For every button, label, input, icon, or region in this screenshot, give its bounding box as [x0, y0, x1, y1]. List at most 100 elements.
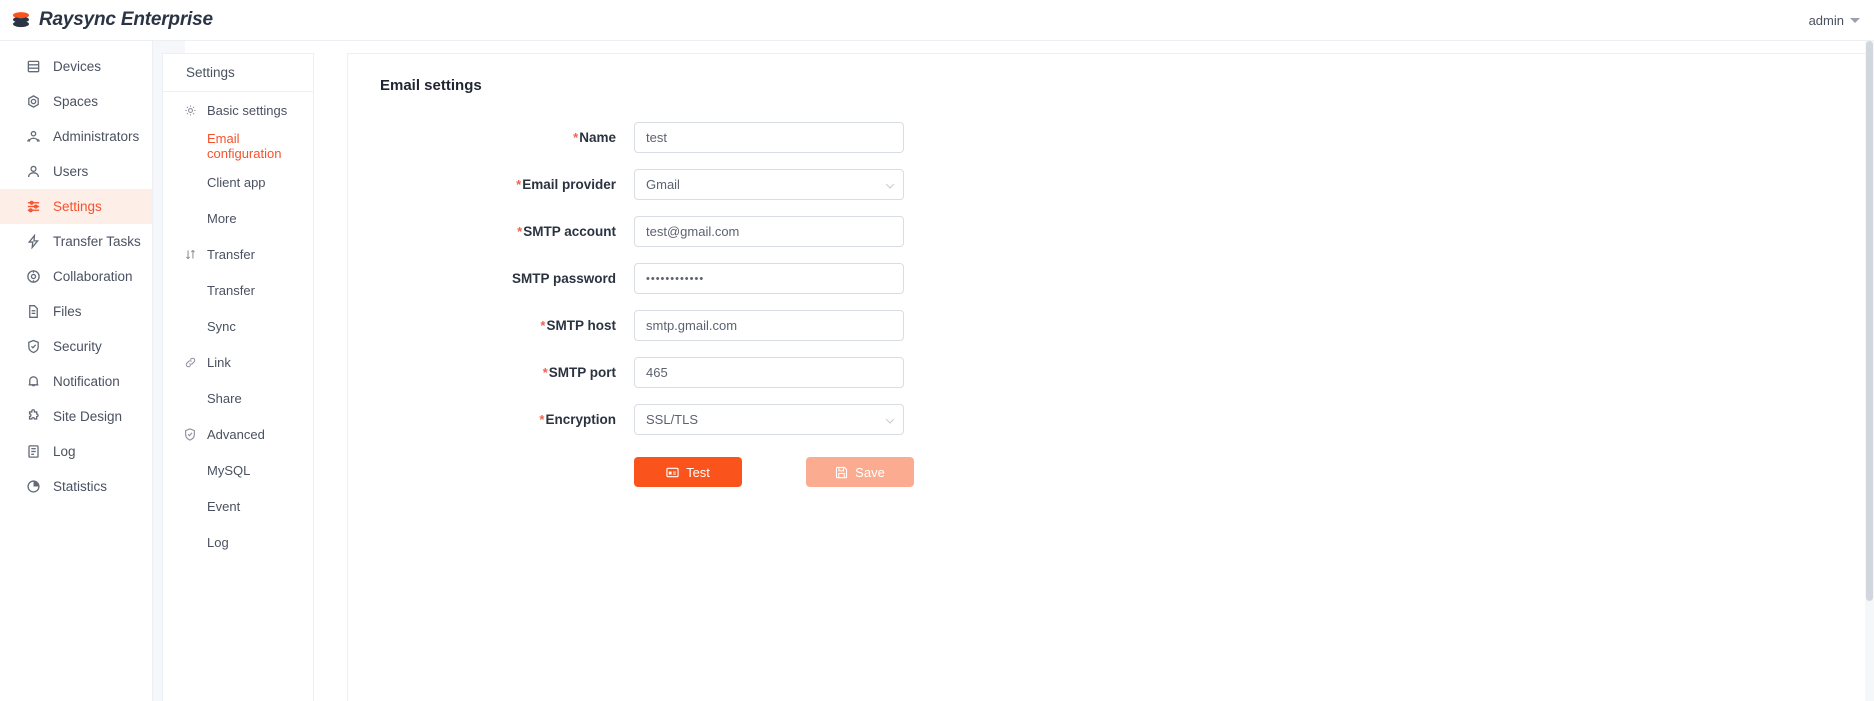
- user-icon: [25, 164, 41, 180]
- brand[interactable]: Raysync Enterprise: [0, 9, 213, 31]
- user-label: admin: [1808, 12, 1844, 28]
- subnav-group-transfer[interactable]: Transfer: [163, 236, 313, 272]
- sidebar-item-files[interactable]: Files: [0, 294, 152, 329]
- field-value: Gmail: [646, 177, 680, 192]
- sidebar-item-notification[interactable]: Notification: [0, 364, 152, 399]
- input-smtp-password[interactable]: ••••••••••••: [634, 263, 904, 294]
- save-disk-icon: [835, 466, 848, 479]
- sidebar-item-label: Spaces: [53, 94, 99, 109]
- subnav-item-client-app[interactable]: Client app: [163, 164, 313, 200]
- field-value: SSL/TLS: [646, 412, 699, 427]
- page-scrollbar[interactable]: [1865, 41, 1874, 701]
- sidebar-item-label: Users: [53, 164, 89, 179]
- mail-test-icon: [666, 466, 679, 479]
- field-label-text: SMTP port: [548, 365, 616, 380]
- subnav-group-label: Basic settings: [207, 102, 288, 118]
- form-actions: Test Save: [348, 457, 1874, 487]
- sidebar-item-label: Administrators: [53, 129, 140, 144]
- sidebar-item-statistics[interactable]: Statistics: [0, 469, 152, 504]
- sidebar-item-users[interactable]: Users: [0, 154, 152, 189]
- field-label-text: Email provider: [522, 177, 616, 192]
- input-name[interactable]: test: [634, 122, 904, 153]
- required-asterisk-icon: *: [516, 177, 522, 192]
- brand-name: Raysync Enterprise: [39, 9, 213, 30]
- subnav-item-transfer[interactable]: Transfer: [163, 272, 313, 308]
- field-label: *SMTP account: [348, 224, 634, 239]
- sidebar-item-log[interactable]: Log: [0, 434, 152, 469]
- email-settings-form: *Name test *Email provider Gmail *SMTP accou…: [348, 114, 1874, 443]
- select-email-provider[interactable]: Gmail: [634, 169, 904, 200]
- save-button[interactable]: Save: [806, 457, 914, 487]
- subnav-item-log[interactable]: Log: [163, 524, 313, 560]
- top-bar: Raysync Enterprise admin: [0, 0, 1874, 41]
- sidebar-item-administrators[interactable]: Administrators: [0, 119, 152, 154]
- test-button[interactable]: Test: [634, 457, 742, 487]
- subnav-group-basic-settings[interactable]: Basic settings: [163, 92, 313, 128]
- hexagon-icon: [25, 94, 41, 110]
- subpanel-title: Settings: [163, 54, 313, 92]
- input-smtp-host[interactable]: smtp.gmail.com: [634, 310, 904, 341]
- gear-icon: [183, 103, 197, 117]
- pie-chart-icon: [25, 479, 41, 495]
- sidebar-item-collaboration[interactable]: Collaboration: [0, 259, 152, 294]
- field-label: *SMTP port: [348, 365, 634, 380]
- field-label-text: Name: [579, 130, 616, 145]
- sidebar-item-label: Log: [53, 444, 76, 459]
- shield-check-icon: [183, 427, 197, 441]
- sidebar-item-label: Devices: [53, 59, 102, 74]
- field-label: *Name: [348, 130, 634, 145]
- subnav-item-sync[interactable]: Sync: [163, 308, 313, 344]
- form-row: *Name test: [348, 114, 1874, 161]
- shield-check-icon: [25, 339, 41, 355]
- subnav-item-share[interactable]: Share: [163, 380, 313, 416]
- sidebar-item-transfer-tasks[interactable]: Transfer Tasks: [0, 224, 152, 259]
- scrollbar-thumb[interactable]: [1866, 41, 1873, 601]
- subnav-group-label: Transfer: [207, 246, 255, 262]
- field-value: smtp.gmail.com: [646, 318, 738, 333]
- required-asterisk-icon: *: [573, 130, 579, 145]
- form-row: *SMTP host smtp.gmail.com: [348, 302, 1874, 349]
- transfer-icon: [25, 234, 41, 250]
- field-label-text: SMTP password: [511, 271, 616, 286]
- sliders-icon: [25, 199, 41, 215]
- transfer-arrows-icon: [183, 247, 197, 261]
- sidebar-item-label: Settings: [53, 199, 102, 214]
- form-row: *SMTP port 465: [348, 349, 1874, 396]
- sidebar-item-site-design[interactable]: Site Design: [0, 399, 152, 434]
- sidebar-item-spaces[interactable]: Spaces: [0, 84, 152, 119]
- form-row: SMTP password ••••••••••••: [348, 255, 1874, 302]
- sidebar: Devices Spaces Administrators Users Settings…: [0, 41, 153, 701]
- user-menu[interactable]: admin: [1809, 13, 1874, 28]
- puzzle-icon: [25, 409, 41, 425]
- sidebar-item-security[interactable]: Security: [0, 329, 152, 364]
- sidebar-item-label: Security: [53, 339, 102, 354]
- input-smtp-port[interactable]: 465: [634, 357, 904, 388]
- subnav-item-email-configuration[interactable]: Email configuration: [163, 128, 313, 164]
- raysync-logo-icon: [10, 9, 32, 31]
- collaboration-icon: [25, 269, 41, 285]
- field-label-text: Encryption: [545, 412, 616, 427]
- sidebar-item-settings[interactable]: Settings: [0, 189, 152, 224]
- field-label: *SMTP host: [348, 318, 634, 333]
- required-asterisk-icon: *: [539, 412, 545, 427]
- select-encryption[interactable]: SSL/TLS: [634, 404, 904, 435]
- sidebar-item-label: Collaboration: [53, 269, 133, 284]
- sidebar-item-devices[interactable]: Devices: [0, 49, 152, 84]
- file-icon: [25, 304, 41, 320]
- subnav-item-event[interactable]: Event: [163, 488, 313, 524]
- users-icon: [25, 129, 41, 145]
- sidebar-item-label: Transfer Tasks: [53, 234, 141, 249]
- form-row: *Email provider Gmail: [348, 161, 1874, 208]
- save-button-label: Save: [855, 464, 885, 480]
- subnav-item-mysql[interactable]: MySQL: [163, 452, 313, 488]
- field-label-text: SMTP account: [523, 224, 616, 239]
- required-asterisk-icon: *: [540, 318, 546, 333]
- field-label: *Email provider: [348, 177, 634, 192]
- sidebar-item-label: Notification: [53, 374, 120, 389]
- subnav-group-advanced[interactable]: Advanced: [163, 416, 313, 452]
- sidebar-item-label: Site Design: [53, 409, 123, 424]
- subnav-item-more[interactable]: More: [163, 200, 313, 236]
- input-smtp-account[interactable]: test@gmail.com: [634, 216, 904, 247]
- subnav-group-link[interactable]: Link: [163, 344, 313, 380]
- subnav-group-label: Link: [207, 354, 231, 370]
